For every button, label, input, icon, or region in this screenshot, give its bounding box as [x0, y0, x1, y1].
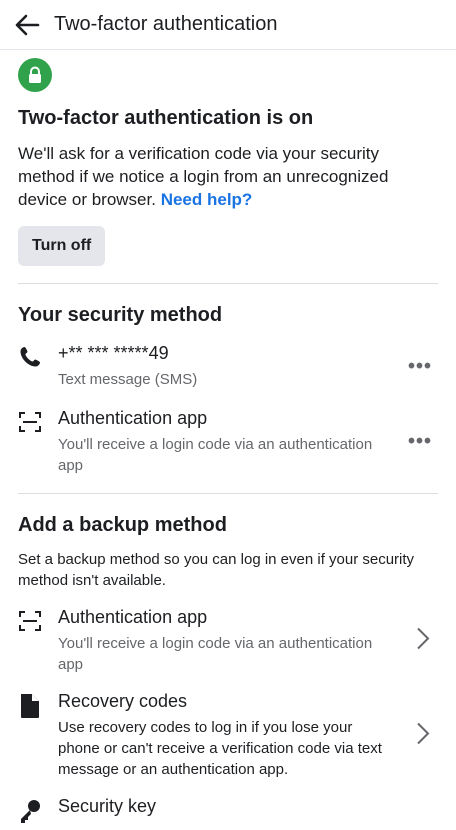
security-method-auth-app[interactable]: Authentication app You'll receive a logi…	[18, 408, 438, 476]
qr-scan-icon	[19, 611, 41, 631]
status-description: We'll ask for a verification code via yo…	[18, 142, 438, 211]
chevron-right-icon	[417, 722, 430, 744]
method-subtitle: You'll receive a login code via an authe…	[58, 635, 373, 673]
method-subtitle: Text message (SMS)	[58, 371, 198, 388]
method-title: Security key	[58, 796, 157, 816]
lock-icon	[29, 66, 41, 83]
divider	[18, 493, 438, 494]
divider	[18, 283, 438, 284]
document-icon	[21, 694, 39, 718]
method-subtitle: You'll receive a login code via an authe…	[58, 436, 373, 474]
turn-off-button[interactable]: Turn off	[18, 226, 106, 266]
method-title: Recovery codes	[58, 691, 188, 711]
method-title: Authentication app	[58, 408, 208, 428]
more-options-button[interactable]: •••	[408, 431, 432, 454]
more-icon: •••	[407, 430, 432, 453]
method-title: Authentication app	[58, 607, 208, 627]
chevron-right-icon	[417, 627, 430, 650]
backup-description: Set a backup method so you can log in ev…	[18, 551, 415, 589]
page-title: Two-factor authentication	[54, 13, 278, 35]
main-content: Two-factor authentication is on We'll as…	[0, 58, 456, 829]
qr-scan-icon	[19, 412, 41, 432]
phone-number: +** *** *****49	[58, 343, 169, 363]
status-title: Two-factor authentication is on	[18, 107, 314, 129]
security-method-title: Your security method	[18, 304, 223, 326]
top-bar: Two-factor authentication	[0, 0, 456, 50]
lock-badge	[18, 58, 52, 92]
phone-icon	[20, 347, 40, 367]
backup-security-key[interactable]: Security key	[18, 796, 438, 829]
more-options-button[interactable]: •••	[408, 355, 432, 378]
back-button[interactable]	[12, 10, 42, 40]
security-method-sms[interactable]: +** *** *****49 Text message (SMS) •••	[18, 343, 438, 390]
chevron-right-button[interactable]	[416, 627, 430, 656]
more-icon: •••	[407, 355, 432, 377]
need-help-link[interactable]: Need help?	[161, 190, 253, 209]
backup-auth-app[interactable]: Authentication app You'll receive a logi…	[18, 607, 438, 675]
key-icon	[21, 800, 40, 823]
arrow-left-icon	[15, 14, 40, 35]
backup-method-title: Add a backup method	[18, 514, 227, 536]
method-subtitle: Use recovery codes to log in if you lose…	[58, 719, 382, 778]
chevron-right-button[interactable]	[416, 721, 430, 750]
backup-recovery-codes[interactable]: Recovery codes Use recovery codes to log…	[18, 691, 438, 780]
